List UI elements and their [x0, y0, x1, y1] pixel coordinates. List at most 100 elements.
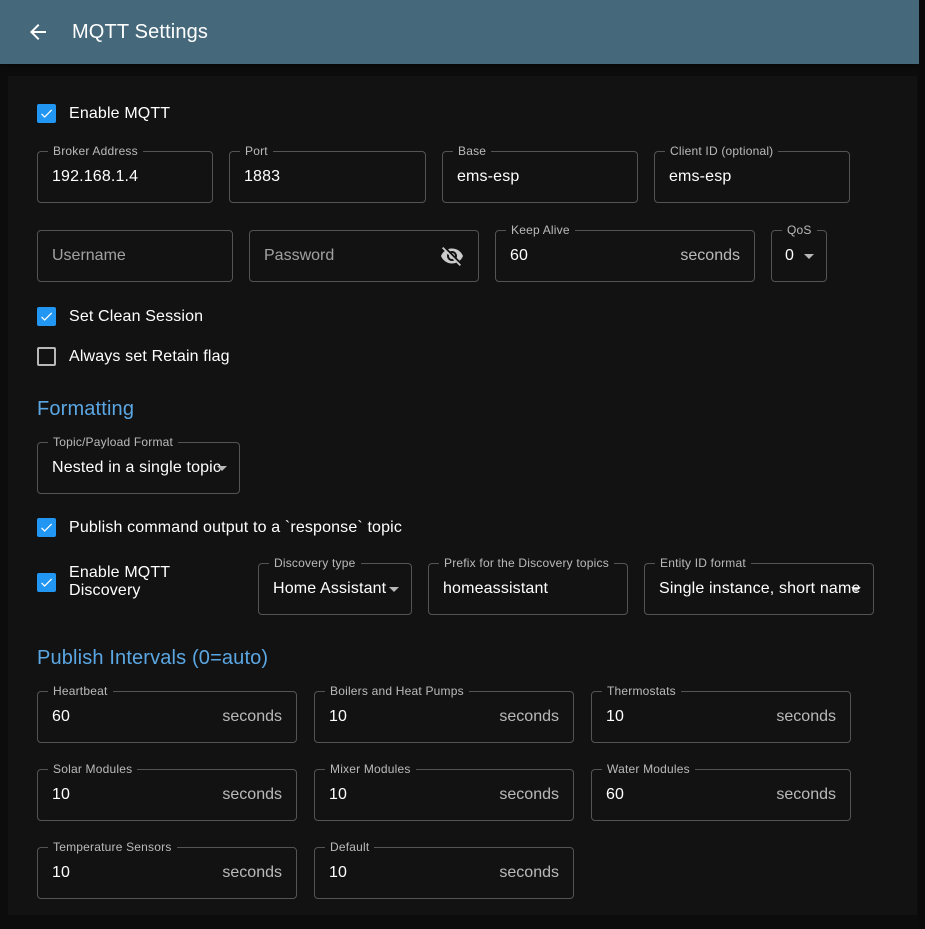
formatting-heading: Formatting — [37, 398, 888, 421]
solar-value: 10 — [52, 786, 214, 804]
publish-response-row: Publish command output to a `response` t… — [37, 518, 888, 537]
heartbeat-interval-field[interactable]: Heartbeat 60 seconds — [37, 691, 297, 743]
topic-format-label: Topic/Payload Format — [48, 435, 178, 449]
chevron-down-icon — [844, 577, 868, 601]
port-field[interactable]: Port 1883 — [229, 151, 426, 203]
keep-alive-field[interactable]: Keep Alive 60 seconds — [495, 230, 755, 282]
enable-mqtt-checkbox[interactable] — [37, 104, 56, 123]
publish-intervals-heading: Publish Intervals (0=auto) — [37, 647, 888, 670]
heartbeat-value: 60 — [52, 708, 214, 726]
arrow-left-icon — [26, 20, 50, 44]
keep-alive-label: Keep Alive — [506, 223, 575, 237]
keep-alive-unit: seconds — [680, 247, 740, 265]
retain-flag-row: Always set Retain flag — [37, 347, 888, 366]
enable-discovery-label: Enable MQTT Discovery — [69, 564, 242, 600]
enable-discovery-row: Enable MQTT Discovery — [37, 564, 242, 600]
retain-flag-checkbox[interactable] — [37, 347, 56, 366]
password-field[interactable]: Password — [249, 230, 479, 282]
enable-mqtt-row: Enable MQTT — [37, 104, 888, 123]
check-icon — [39, 308, 54, 325]
back-button[interactable] — [20, 14, 56, 50]
keep-alive-value: 60 — [510, 247, 672, 265]
interval-unit: seconds — [222, 708, 282, 726]
visibility-off-icon — [440, 244, 464, 268]
interval-unit: seconds — [222, 786, 282, 804]
entity-id-format-select[interactable]: Entity ID format Single instance, short … — [644, 563, 874, 615]
entity-id-format-value: Single instance, short name — [659, 580, 867, 598]
discovery-prefix-value: homeassistant — [443, 580, 613, 598]
water-value: 60 — [606, 786, 768, 804]
scrollbar[interactable] — [919, 0, 925, 929]
set-clean-session-checkbox[interactable] — [37, 307, 56, 326]
qos-label: QoS — [782, 223, 817, 237]
discovery-type-select[interactable]: Discovery type Home Assistant — [258, 563, 412, 615]
port-label: Port — [240, 144, 273, 158]
app-bar: MQTT Settings — [0, 0, 919, 64]
publish-intervals-grid: Heartbeat 60 seconds Boilers and Heat Pu… — [37, 691, 888, 899]
chevron-down-icon — [382, 577, 406, 601]
chevron-down-icon — [210, 456, 234, 480]
thermostats-interval-field[interactable]: Thermostats 10 seconds — [591, 691, 851, 743]
chevron-down-icon — [797, 244, 821, 268]
publish-response-label: Publish command output to a `response` t… — [69, 519, 402, 537]
clean-session-label: Set Clean Session — [69, 308, 203, 326]
interval-unit: seconds — [499, 786, 559, 804]
interval-unit: seconds — [499, 708, 559, 726]
broker-address-field[interactable]: Broker Address 192.168.1.4 — [37, 151, 213, 203]
client-id-label: Client ID (optional) — [665, 144, 778, 158]
discovery-prefix-label: Prefix for the Discovery topics — [439, 556, 614, 570]
check-icon — [39, 105, 54, 122]
interval-unit: seconds — [222, 864, 282, 882]
broker-address-label: Broker Address — [48, 144, 143, 158]
solar-label: Solar Modules — [48, 762, 137, 776]
enable-discovery-checkbox[interactable] — [37, 573, 56, 592]
temperature-interval-field[interactable]: Temperature Sensors 10 seconds — [37, 847, 297, 899]
discovery-prefix-field[interactable]: Prefix for the Discovery topics homeassi… — [428, 563, 628, 615]
discovery-row: Enable MQTT Discovery Discovery type Hom… — [37, 563, 888, 615]
enable-mqtt-label: Enable MQTT — [69, 105, 170, 123]
client-id-value: ems-esp — [669, 168, 835, 186]
username-field[interactable]: Username — [37, 230, 233, 282]
default-value: 10 — [329, 864, 491, 882]
retain-flag-label: Always set Retain flag — [69, 348, 230, 366]
clean-session-row: Set Clean Session — [37, 307, 888, 326]
mqtt-settings-page: MQTT Settings Enable MQTT Broker Address… — [0, 0, 925, 915]
interval-unit: seconds — [776, 786, 836, 804]
entity-id-format-label: Entity ID format — [655, 556, 751, 570]
discovery-type-value: Home Assistant — [273, 580, 397, 598]
base-field[interactable]: Base ems-esp — [442, 151, 638, 203]
username-placeholder: Username — [52, 247, 218, 265]
check-icon — [39, 519, 54, 536]
solar-interval-field[interactable]: Solar Modules 10 seconds — [37, 769, 297, 821]
water-interval-field[interactable]: Water Modules 60 seconds — [591, 769, 851, 821]
thermostats-value: 10 — [606, 708, 768, 726]
boilers-value: 10 — [329, 708, 491, 726]
topic-format-value: Nested in a single topic — [52, 459, 225, 477]
broker-settings-row: Broker Address 192.168.1.4 Port 1883 Bas… — [37, 151, 888, 203]
qos-select[interactable]: QoS 0 — [771, 230, 827, 282]
toggle-password-visibility-button[interactable] — [440, 244, 464, 268]
password-placeholder: Password — [264, 247, 440, 265]
thermostats-label: Thermostats — [602, 684, 681, 698]
page-title: MQTT Settings — [72, 21, 208, 44]
discovery-type-label: Discovery type — [269, 556, 361, 570]
topic-format-row: Topic/Payload Format Nested in a single … — [37, 442, 888, 494]
credentials-row: Username Password Keep Alive 60 seconds … — [37, 230, 888, 282]
temperature-value: 10 — [52, 864, 214, 882]
water-label: Water Modules — [602, 762, 695, 776]
port-value: 1883 — [244, 168, 411, 186]
mixer-interval-field[interactable]: Mixer Modules 10 seconds — [314, 769, 574, 821]
client-id-field[interactable]: Client ID (optional) ems-esp — [654, 151, 850, 203]
temperature-label: Temperature Sensors — [48, 840, 177, 854]
base-value: ems-esp — [457, 168, 623, 186]
default-interval-field[interactable]: Default 10 seconds — [314, 847, 574, 899]
broker-address-value: 192.168.1.4 — [52, 168, 198, 186]
boilers-label: Boilers and Heat Pumps — [325, 684, 469, 698]
interval-unit: seconds — [499, 864, 559, 882]
interval-unit: seconds — [776, 708, 836, 726]
topic-format-select[interactable]: Topic/Payload Format Nested in a single … — [37, 442, 240, 494]
publish-response-checkbox[interactable] — [37, 518, 56, 537]
boilers-interval-field[interactable]: Boilers and Heat Pumps 10 seconds — [314, 691, 574, 743]
settings-panel: Enable MQTT Broker Address 192.168.1.4 P… — [8, 76, 917, 915]
default-label: Default — [325, 840, 374, 854]
